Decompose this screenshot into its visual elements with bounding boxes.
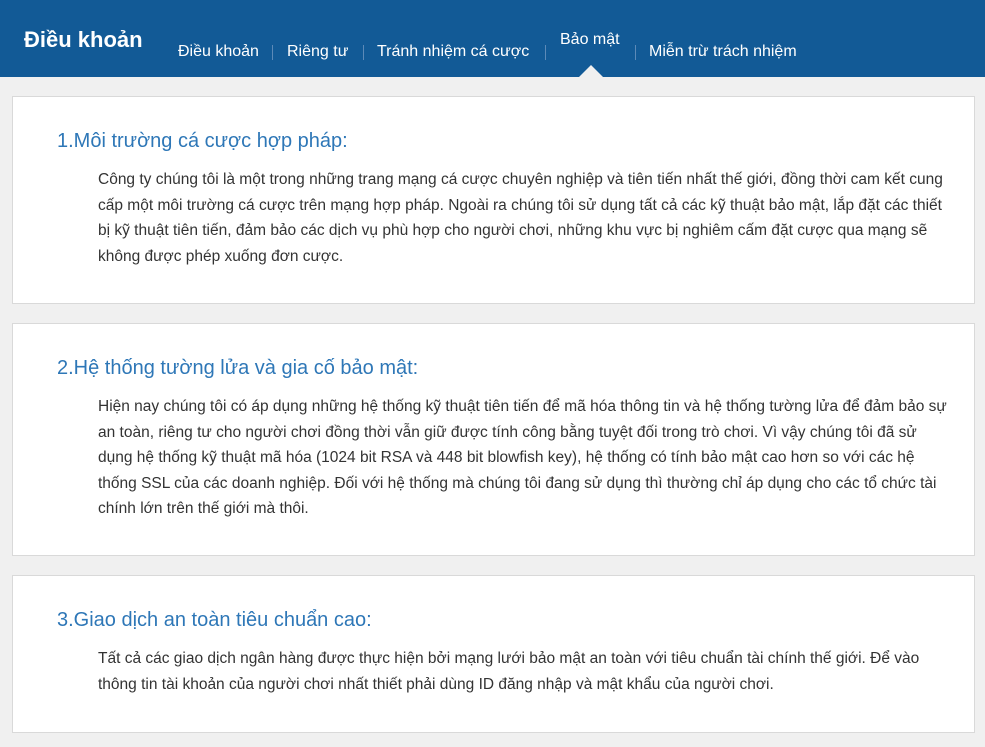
- nav-tab-privacy[interactable]: Riêng tư: [287, 43, 348, 61]
- section-body: Công ty chúng tôi là một trong những tra…: [98, 171, 943, 265]
- nav-separator: [545, 45, 546, 60]
- section-card-firewall-security: 2.Hệ thống tường lửa và gia cố bảo mật: …: [12, 323, 975, 556]
- section-title: 2.Hệ thống tường lửa và gia cố bảo mật:: [57, 357, 419, 379]
- section-body: Tất cả các giao dịch ngân hàng được thực…: [98, 650, 920, 693]
- page-brand-title: Điều khoản: [24, 27, 143, 52]
- section-card-legal-environment: 1.Môi trường cá cược hợp pháp: Công ty c…: [12, 96, 975, 304]
- nav-tab-terms[interactable]: Điều khoản: [178, 43, 259, 61]
- section-title: 1.Môi trường cá cược hợp pháp:: [57, 130, 348, 152]
- section-body: Hiện nay chúng tôi có áp dụng những hệ t…: [98, 398, 947, 517]
- section-title: 3.Giao dịch an toàn tiêu chuẩn cao:: [57, 609, 372, 631]
- nav-separator: [363, 45, 364, 60]
- nav-tab-disclaimer[interactable]: Miễn trừ trách nhiệm: [649, 43, 797, 61]
- top-header: Điều khoản Điều khoản Riêng tư Tránh nhi…: [0, 0, 985, 77]
- nav-tab-security[interactable]: Bảo mật: [560, 31, 620, 49]
- nav-separator: [272, 45, 273, 60]
- nav-tab-responsible-betting[interactable]: Tránh nhiệm cá cược: [377, 43, 529, 61]
- section-card-secure-transactions: 3.Giao dịch an toàn tiêu chuẩn cao: Tất …: [12, 575, 975, 733]
- nav-separator: [635, 45, 636, 60]
- active-tab-caret: [579, 65, 603, 77]
